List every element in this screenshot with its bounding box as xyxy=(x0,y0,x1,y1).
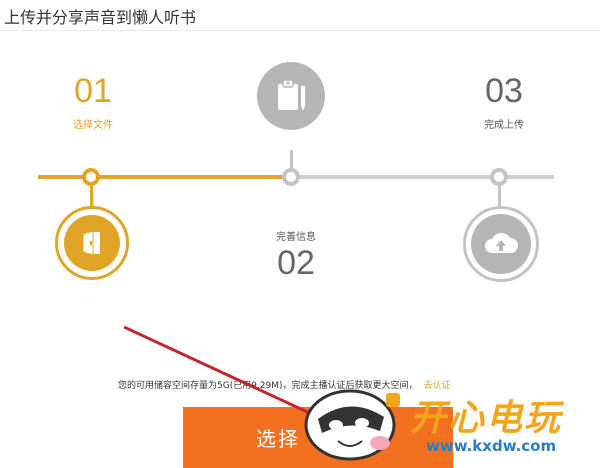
watermark-url: www.kxdw.com xyxy=(426,437,557,455)
watermark: 开心电玩 www.kxdw.com xyxy=(300,381,600,468)
watermark-brand: 开心电玩 xyxy=(410,398,563,439)
mascot-logo xyxy=(304,389,400,461)
